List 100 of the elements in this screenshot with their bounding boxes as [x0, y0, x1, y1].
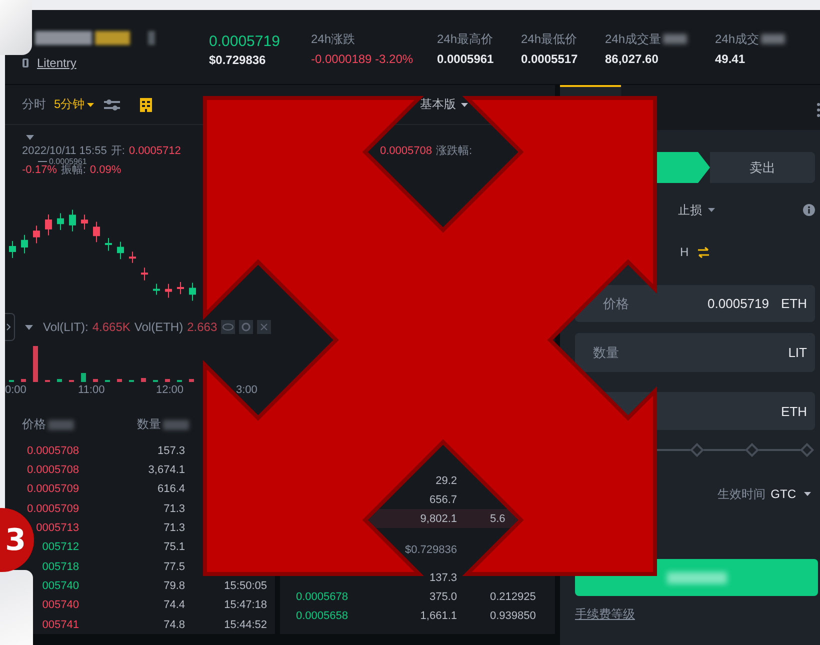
volume-legend: Vol(ETH) — [134, 320, 184, 334]
trade-price: 0.0005708 — [26, 464, 79, 476]
caret-icon — [804, 492, 811, 496]
candle — [177, 282, 184, 295]
trade-price: 005740 — [41, 599, 79, 612]
trade-amount: 75.1 — [162, 541, 185, 554]
interval-tab[interactable]: 分时 — [22, 96, 46, 113]
info-icon[interactable] — [803, 204, 815, 216]
high-price-label: 0.0005961 — [49, 158, 87, 166]
ohlc-info: 0.09% — [90, 165, 122, 176]
input-field[interactable]: 数量 LIT — [575, 333, 815, 372]
volume-legend: 2.663 — [187, 320, 218, 334]
trade-amount: 3,674.1 — [147, 464, 185, 476]
trade-amount: 74.8 — [162, 618, 185, 631]
column-header: 价格 — [22, 416, 46, 433]
candle — [189, 282, 196, 302]
trade-amount: 157.3 — [156, 444, 185, 457]
book-price: 0.0005678 — [296, 590, 349, 602]
trade-price: 005718 — [41, 560, 79, 573]
volume-legend: 4.665K — [92, 320, 130, 334]
book-amount: 137.3 — [428, 572, 457, 584]
time-in-force-label: 生效时间 — [718, 486, 766, 502]
mid-price-usd: $0.729836 — [404, 544, 457, 556]
trade-amount: 71.3 — [162, 522, 185, 534]
column-header: 数量 — [137, 416, 161, 433]
candle — [81, 214, 88, 230]
stat-value: 86,027.60 — [605, 52, 660, 66]
book-amount: 9,802.1 — [419, 512, 457, 524]
stat-value: 0.0005517 — [521, 52, 579, 66]
stat-value: 0.0005961 — [437, 52, 495, 66]
trade-time: 15:47:18 — [223, 599, 267, 612]
ohlc-info: 0.0005708 — [380, 146, 432, 157]
book-total: 0.212925 — [489, 590, 537, 602]
trade-price: 005712 — [41, 541, 79, 554]
caret-icon — [708, 208, 715, 212]
time-axis-label: 11:00 — [78, 384, 106, 396]
close-icon[interactable] — [257, 320, 272, 334]
ohlc-info: 0.0005712 — [128, 146, 181, 157]
trade-price: 005741 — [41, 618, 79, 631]
order-type-dropdown[interactable]: 止损 — [678, 202, 715, 218]
stat-label: 24h成交量 — [605, 30, 662, 48]
book-amount: 656.7 — [428, 494, 457, 506]
more-icon[interactable] — [817, 103, 820, 117]
candle — [153, 283, 160, 296]
interval-tab[interactable]: 5分钟 — [54, 96, 94, 113]
trade-price: 0.0005709 — [26, 502, 79, 515]
trade-price: 005740 — [41, 580, 79, 592]
symbol-link[interactable]: Litentry — [37, 56, 76, 70]
step-number: 3 — [5, 522, 26, 558]
trade-time: 15:50:05 — [223, 580, 267, 592]
trade-amount: 71.3 — [162, 502, 185, 515]
usd-price: $0.729836 — [209, 53, 267, 67]
last-price: 0.0005719 — [209, 33, 281, 50]
candle — [69, 209, 76, 232]
ohlc-info: 2022/10/11 15:55 — [22, 146, 107, 157]
swap-icon[interactable] — [696, 246, 710, 258]
ohlc-info: 开: — [110, 146, 125, 157]
card-background — [0, 0, 32, 55]
candle — [45, 214, 52, 236]
stat-value: -0.0000189 -3.20% — [311, 52, 414, 66]
pair-label: H — [680, 245, 689, 259]
side-tab[interactable]: 卖出 — [710, 152, 815, 183]
book-amount: 375.0 — [428, 590, 457, 602]
caret-icon — [461, 102, 468, 106]
candle — [129, 251, 136, 264]
trade-price: 0.0005708 — [26, 444, 79, 457]
candle — [9, 240, 16, 258]
candle — [93, 221, 100, 243]
book-total: 0.939850 — [489, 610, 537, 622]
stat-label: 24h最高价 — [437, 30, 494, 48]
time-axis-label: 0:00 — [5, 384, 28, 396]
stat-label: 24h成交 — [715, 30, 760, 48]
time-axis-label: 12:00 — [156, 384, 185, 396]
caret-icon[interactable] — [25, 324, 33, 330]
candle — [105, 238, 112, 252]
trade-amount: 616.4 — [156, 483, 185, 496]
trade-amount: 74.4 — [162, 599, 185, 612]
candle — [33, 225, 40, 244]
caret-icon[interactable] — [26, 135, 34, 140]
trade-amount: 77.5 — [162, 560, 185, 573]
candle — [141, 267, 148, 281]
book-price: 0.0005658 — [296, 610, 349, 622]
ohlc-info: 涨跌幅: — [436, 146, 472, 157]
ohlc-info: 振幅: — [60, 165, 86, 176]
fee-level-link[interactable]: 手续费等级 — [575, 606, 635, 623]
volume-legend: Vol(LIT): — [43, 320, 88, 334]
candle — [165, 283, 172, 298]
candle — [21, 234, 28, 254]
book-total: 5.6 — [489, 512, 506, 524]
book-amount: 29.2 — [434, 474, 457, 486]
trade-amount: 79.8 — [162, 580, 185, 592]
candle — [57, 212, 64, 230]
ohlc-info: -0.17% — [22, 165, 57, 176]
candle — [117, 241, 124, 260]
trade-time: 15:44:52 — [223, 618, 267, 631]
panel-handle[interactable] — [5, 313, 15, 341]
time-in-force-dropdown[interactable]: GTC — [770, 487, 811, 501]
trade-price: 0.0005709 — [26, 483, 79, 496]
input-field[interactable]: 价格 0.0005719 ETH — [575, 285, 815, 322]
time-axis-label: 3:00 — [236, 384, 258, 396]
